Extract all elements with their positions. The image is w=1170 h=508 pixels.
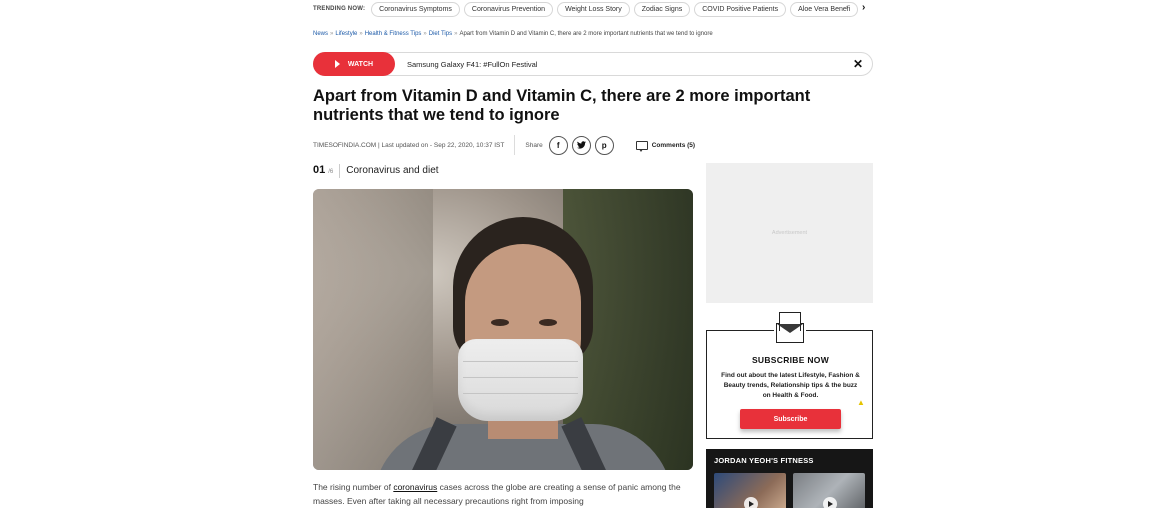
comments-link[interactable]: Comments (5) xyxy=(635,140,696,152)
trending-pill[interactable]: Coronavirus Prevention xyxy=(463,1,554,17)
newsletter-envelope-icon xyxy=(774,312,806,345)
advertisement-slot: Advertisement xyxy=(706,163,873,303)
comments-label: Comments (5) xyxy=(651,141,696,149)
trending-pill[interactable]: COVID Positive Patients xyxy=(694,1,787,17)
twitter-icon[interactable] xyxy=(571,135,591,155)
pinterest-icon[interactable]: p xyxy=(594,135,614,155)
slide-total: /6 xyxy=(328,169,334,175)
close-icon[interactable]: ✕ xyxy=(853,58,863,70)
comment-icon xyxy=(635,140,648,152)
watch-bar: WATCH Samsung Galaxy F41: #FullOn Festiv… xyxy=(313,52,873,76)
facebook-icon[interactable]: f xyxy=(548,135,568,155)
breadcrumb: News» Lifestyle» Health & Fitness Tips» Die… xyxy=(313,31,713,37)
fitness-widget-title: JORDAN YEOH'S FITNESS xyxy=(714,456,814,465)
play-icon xyxy=(823,497,837,508)
article-headline: Apart from Vitamin D and Vitamin C, ther… xyxy=(313,87,811,124)
coronavirus-link[interactable]: coronavirus xyxy=(393,482,437,492)
article-body: The rising number of coronavirus cases a… xyxy=(313,480,693,508)
divider xyxy=(514,135,516,155)
share-label: Share xyxy=(525,141,543,149)
watch-video-title[interactable]: Samsung Galaxy F41: #FullOn Festival xyxy=(407,60,853,69)
play-icon xyxy=(744,497,758,508)
watch-button-label: WATCH xyxy=(347,60,374,68)
hero-image xyxy=(313,189,693,470)
trending-bar: TRENDING NOW: Coronavirus Symptoms Coron… xyxy=(313,0,873,18)
slide-number: 01 xyxy=(313,164,326,176)
chevron-right-icon[interactable]: › xyxy=(862,2,865,13)
advertisement-label: Advertisement xyxy=(771,230,808,236)
fitness-video-widget: JORDAN YEOH'S FITNESS xyxy=(706,449,873,508)
breadcrumb-item[interactable]: Lifestyle xyxy=(335,31,357,37)
breadcrumb-item[interactable]: Diet Tips xyxy=(429,31,452,37)
subscribe-button[interactable]: Subscribe xyxy=(740,409,841,429)
trending-pill[interactable]: Zodiac Signs xyxy=(633,1,691,17)
body-text: The rising number of xyxy=(313,482,394,492)
chevron-left-icon[interactable]: ‹ xyxy=(845,2,848,13)
trending-pill[interactable]: Weight Loss Story xyxy=(557,1,630,17)
breadcrumb-current: Apart from Vitamin D and Vitamin C, ther… xyxy=(459,31,713,37)
video-thumbnail[interactable] xyxy=(793,473,865,508)
article-byline: TIMESOFINDIA.COM | Last updated on - Sep… xyxy=(313,141,505,149)
slide-title: Coronavirus and diet xyxy=(346,165,439,176)
subscribe-description: Find out about the latest Lifestyle, Fas… xyxy=(721,372,860,399)
breadcrumb-item[interactable]: Health & Fitness Tips xyxy=(365,31,422,37)
trending-pill[interactable]: Coronavirus Symptoms xyxy=(371,1,460,17)
watch-button[interactable]: WATCH xyxy=(313,52,395,76)
play-icon xyxy=(334,60,340,68)
video-thumbnail[interactable] xyxy=(714,473,786,508)
breadcrumb-item[interactable]: News xyxy=(313,31,328,37)
subscribe-title: SUBSCRIBE NOW xyxy=(751,355,830,365)
trending-label: TRENDING NOW: xyxy=(313,6,366,12)
pointer-cursor-icon: ▲ xyxy=(857,398,865,407)
divider xyxy=(339,164,341,178)
subscribe-box: SUBSCRIBE NOW Find out about the latest … xyxy=(706,312,873,439)
article-meta: TIMESOFINDIA.COM | Last updated on - Sep… xyxy=(313,134,873,156)
slide-header: 01 /6 Coronavirus and diet xyxy=(313,164,439,178)
